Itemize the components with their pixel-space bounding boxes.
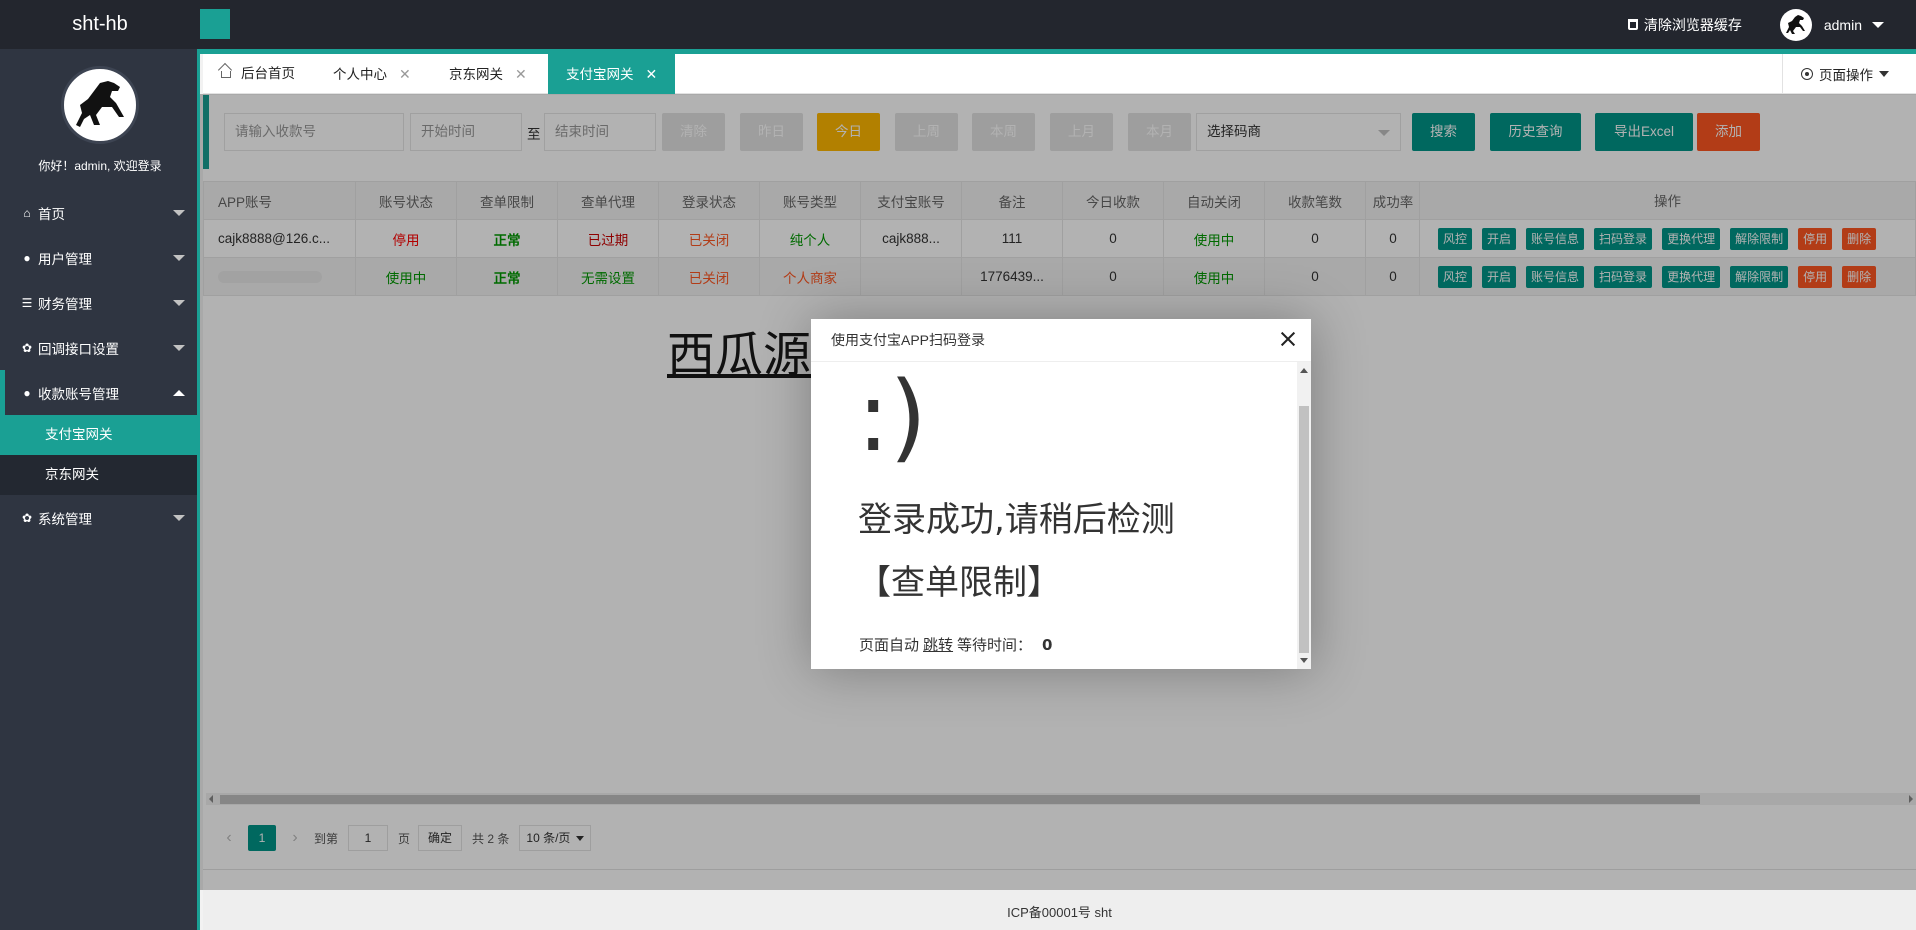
users-icon: ● bbox=[23, 385, 31, 400]
horse-icon bbox=[1785, 14, 1805, 34]
sidebar-item-finance[interactable]: ☰ 财务管理 bbox=[0, 280, 197, 325]
sidebar-item-label: 收款账号管理 bbox=[38, 386, 119, 402]
sidebar-item-home[interactable]: ⌂ 首页 bbox=[0, 190, 197, 235]
chevron-down-icon bbox=[173, 300, 185, 306]
page-ops-label: 页面操作 bbox=[1819, 68, 1873, 83]
home-icon bbox=[219, 66, 233, 78]
footer: ICP备00001号 sht bbox=[203, 890, 1916, 930]
success-message: 登录成功,请稍后检测 bbox=[858, 500, 1175, 540]
welcome-text: 你好！admin, 欢迎登录 bbox=[38, 159, 162, 173]
tab-alipay-gateway[interactable]: 支付宝网关 ✕ bbox=[548, 54, 676, 94]
sidebar: 你好！admin, 欢迎登录 ⌂ 首页 ● 用户管理 ☰ 财务管理 ✿ 回调接口… bbox=[0, 49, 200, 930]
target-icon bbox=[1801, 68, 1813, 80]
trash-icon bbox=[1627, 19, 1638, 30]
chevron-down-icon bbox=[173, 255, 185, 261]
tab-label: 个人中心 bbox=[333, 67, 387, 82]
scroll-down-icon[interactable] bbox=[1300, 658, 1308, 663]
tab-jd-gateway[interactable]: 京东网关 ✕ bbox=[449, 54, 527, 94]
list-icon: ☰ bbox=[21, 295, 33, 310]
sidebar-item-accounts[interactable]: ● 收款账号管理 bbox=[0, 370, 197, 415]
sidebar-item-users[interactable]: ● 用户管理 bbox=[0, 235, 197, 280]
chevron-down-icon bbox=[173, 515, 185, 521]
user-icon: ● bbox=[23, 250, 31, 265]
sidebar-avatar bbox=[61, 66, 139, 144]
close-icon[interactable]: ✕ bbox=[399, 54, 411, 94]
sidebar-subitem-alipay[interactable]: 支付宝网关 bbox=[0, 415, 197, 455]
sidebar-item-label: 回调接口设置 bbox=[38, 341, 119, 357]
tab-profile[interactable]: 个人中心 ✕ bbox=[333, 54, 411, 94]
tab-home[interactable]: 后台首页 bbox=[219, 54, 295, 94]
scan-login-dialog: 使用支付宝APP扫码登录 :) 登录成功,请稍后检测 【查单限制】 页面自动 跳转… bbox=[811, 319, 1311, 669]
gear-icon: ✿ bbox=[21, 510, 33, 525]
sidebar-item-label: 财务管理 bbox=[38, 296, 92, 312]
dialog-title: 使用支付宝APP扫码登录 bbox=[811, 319, 1311, 362]
redirect-notice: 页面自动 跳转 等待时间： 0 bbox=[859, 634, 1052, 655]
redirect-prefix: 页面自动 bbox=[859, 636, 920, 654]
wait-seconds: 0 bbox=[1042, 636, 1053, 654]
scroll-up-icon[interactable] bbox=[1300, 368, 1308, 373]
smile-face: :) bbox=[857, 362, 927, 473]
tab-label: 后台首页 bbox=[241, 66, 295, 81]
chevron-up-icon bbox=[173, 390, 185, 396]
user-name: admin bbox=[1823, 16, 1862, 33]
user-menu[interactable]: admin bbox=[1779, 8, 1884, 41]
header-right: 清除浏览器缓存 admin bbox=[1627, 0, 1916, 49]
app-logo-title[interactable]: sht-hb bbox=[0, 0, 200, 49]
chevron-down-icon bbox=[173, 210, 185, 216]
gear-icon: ✿ bbox=[21, 340, 33, 355]
chevron-down-icon bbox=[1879, 71, 1889, 77]
close-icon[interactable] bbox=[1280, 331, 1296, 347]
close-icon[interactable]: ✕ bbox=[515, 54, 527, 94]
sidebar-toggle-button[interactable] bbox=[200, 9, 230, 39]
home-icon: ⌂ bbox=[23, 205, 31, 220]
chevron-down-icon bbox=[1872, 21, 1884, 28]
sidebar-item-system[interactable]: ✿ 系统管理 bbox=[0, 495, 197, 540]
query-limit-message: 【查单限制】 bbox=[857, 563, 1061, 603]
sidebar-item-label: 系统管理 bbox=[38, 511, 92, 527]
page-operations-menu[interactable]: 页面操作 bbox=[1782, 54, 1916, 94]
tab-label: 京东网关 bbox=[449, 67, 503, 82]
close-icon[interactable]: ✕ bbox=[646, 54, 658, 94]
horse-logo-icon bbox=[76, 81, 124, 127]
clear-cache-label: 清除浏览器缓存 bbox=[1643, 16, 1742, 33]
redirect-suffix: 等待时间： bbox=[957, 636, 1033, 654]
sidebar-menu: ⌂ 首页 ● 用户管理 ☰ 财务管理 ✿ 回调接口设置 ● 收款账号管理 支付宝… bbox=[0, 190, 197, 540]
dialog-scrollbar[interactable] bbox=[1297, 362, 1311, 669]
chevron-down-icon bbox=[173, 345, 185, 351]
scrollbar-thumb[interactable] bbox=[1299, 406, 1309, 653]
tab-bar: 后台首页 个人中心 ✕ 京东网关 ✕ 支付宝网关 ✕ 页面操作 bbox=[203, 54, 1916, 94]
top-header: sht-hb 清除浏览器缓存 admin bbox=[0, 0, 1916, 49]
user-avatar bbox=[1779, 8, 1812, 41]
tab-label: 支付宝网关 bbox=[566, 67, 634, 82]
sidebar-item-callback[interactable]: ✿ 回调接口设置 bbox=[0, 325, 197, 370]
sidebar-item-label: 用户管理 bbox=[38, 251, 92, 267]
clear-cache-button[interactable]: 清除浏览器缓存 bbox=[1627, 15, 1742, 35]
redirect-link[interactable]: 跳转 bbox=[923, 636, 953, 654]
sidebar-subitem-jd[interactable]: 京东网关 bbox=[0, 455, 197, 495]
sidebar-item-label: 首页 bbox=[38, 206, 65, 222]
dialog-body: :) 登录成功,请稍后检测 【查单限制】 页面自动 跳转 等待时间： 0 bbox=[811, 362, 1311, 669]
